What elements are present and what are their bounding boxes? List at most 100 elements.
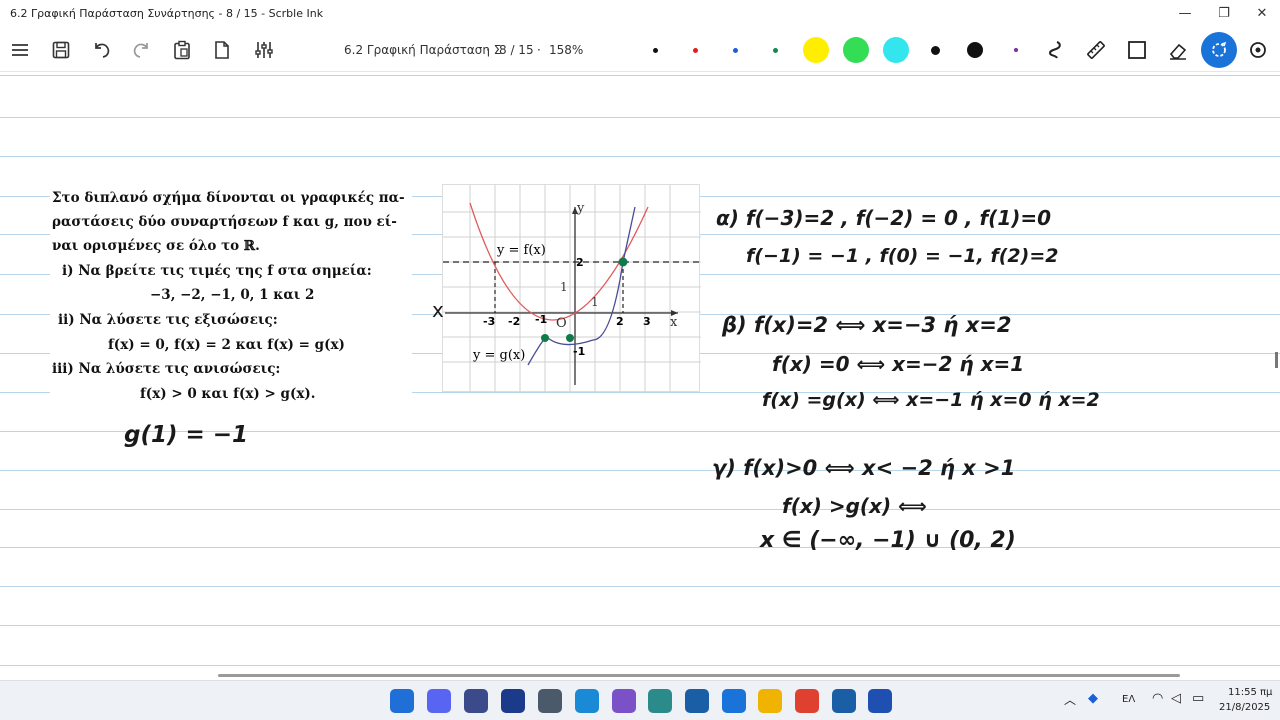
g-curve-label: y = g(x): [473, 348, 526, 363]
lasso-icon[interactable]: [1041, 36, 1069, 64]
file-explorer-icon[interactable]: [758, 689, 782, 713]
problem-line: −3, −2, −1, 0, 1 και 2: [150, 287, 315, 303]
word-icon[interactable]: [868, 689, 892, 713]
problem-line: ναι ορισμένες σε όλο το ℝ.: [52, 238, 260, 254]
close-button[interactable]: ✕: [1250, 4, 1274, 24]
volume-icon[interactable]: ◁: [1171, 691, 1181, 706]
page-rule: [0, 586, 1280, 587]
discord-icon[interactable]: [427, 689, 451, 713]
network-app-icon[interactable]: [648, 689, 672, 713]
edge-icon[interactable]: [575, 689, 599, 713]
page-indicator[interactable]: 8 / 15: [499, 43, 534, 57]
clipchamp-icon[interactable]: [501, 689, 525, 713]
settings-sliders-icon[interactable]: [250, 36, 278, 64]
f-curve-label: y = f(x): [497, 243, 546, 258]
battery-icon[interactable]: ▭: [1192, 691, 1204, 706]
shape-icon[interactable]: [1123, 36, 1151, 64]
hand-tick-x: -1: [535, 313, 548, 326]
highlighter-green[interactable]: [843, 37, 869, 63]
problem-line: ραστάσεις δύο συναρτήσεων f και g, που ε…: [52, 214, 397, 230]
paste-icon[interactable]: [168, 36, 196, 64]
note-g-value: g(1) = −1: [124, 422, 249, 448]
note-b-line3: f(x) =g(x) ⟺ x=−1 ή x=0 ή x=2: [762, 389, 1100, 411]
hand-tick-y: 2: [576, 256, 584, 269]
language-indicator[interactable]: ΕΛ: [1122, 694, 1135, 705]
page-icon[interactable]: [208, 36, 236, 64]
problem-statement: Στο διπλανό σχήμα δίνονται οι γραφικές π…: [50, 182, 412, 408]
hand-tick-x: -2: [508, 315, 521, 328]
page-rule: [0, 625, 1280, 626]
math-app-icon[interactable]: [685, 689, 709, 713]
x-tick-one: 1: [591, 295, 599, 309]
problem-line: f(x) > 0 και f(x) > g(x).: [140, 386, 316, 402]
hand-tick-x: 3: [643, 315, 651, 328]
function-graph-figure: y = f(x) y = g(x) x y O 1 1 -3 -2 -1 2 3…: [442, 184, 701, 393]
title-bar: 6.2 Γραφική Παράσταση Συνάρτησης - 8 / 1…: [0, 0, 1280, 28]
pen-black-medium[interactable]: [930, 45, 940, 55]
page-rule: [0, 509, 1280, 510]
math-app-2-icon[interactable]: [832, 689, 856, 713]
viber-icon[interactable]: [612, 689, 636, 713]
note-a-line1: α) f(−3)=2 , f(−2) = 0 , f(1)=0: [716, 206, 1052, 230]
page-rule: [0, 665, 1280, 666]
vertical-scroll-indicator[interactable]: [1275, 352, 1278, 368]
wifi-icon[interactable]: ◠: [1152, 691, 1163, 706]
hand-tick-x: 2: [616, 315, 624, 328]
problem-line: f(x) = 0, f(x) = 2 και f(x) = g(x): [108, 337, 345, 353]
window-title: 6.2 Γραφική Παράσταση Συνάρτησης - 8 / 1…: [10, 7, 324, 20]
hand-tick-x: -3: [483, 315, 496, 328]
hand-tick-neg-one: -1: [573, 345, 586, 358]
highlighter-cyan[interactable]: [883, 37, 909, 63]
x-axis-label: x: [670, 315, 678, 330]
minimize-button[interactable]: —: [1173, 4, 1197, 24]
redo-icon[interactable]: [128, 36, 156, 64]
note-b-line1: β) f(x)=2 ⟺ x=−3 ή x=2: [722, 313, 1012, 337]
problem-line: Στο διπλανό σχήμα δίνονται οι γραφικές π…: [52, 190, 405, 206]
windows-start-icon[interactable]: [390, 689, 414, 713]
problem-line: i) Να βρείτε τις τιμές της f στα σημεία:: [62, 263, 372, 279]
notebook-page[interactable]: Στο διπλανό σχήμα δίνονται οι γραφικές π…: [0, 72, 1280, 678]
clock-date[interactable]: 21/8/2025: [1219, 702, 1270, 713]
y-axis-label: y: [577, 201, 585, 216]
margin-x-mark: x: [432, 298, 444, 322]
pen-purple-small[interactable]: [1014, 48, 1018, 52]
pen-black-small[interactable]: [652, 47, 658, 53]
pen-black-large[interactable]: [967, 42, 983, 58]
horizontal-scrollbar[interactable]: [218, 674, 1180, 677]
y-tick-one: 1: [560, 280, 568, 294]
page-rule: [0, 470, 1280, 471]
problem-line: ii) Να λύσετε τις εξισώσεις:: [58, 312, 278, 328]
menu-icon[interactable]: [6, 36, 34, 64]
pen-red-small[interactable]: [692, 47, 698, 53]
ruler-icon[interactable]: [1082, 36, 1110, 64]
taskbar: ︿ ◆ ΕΛ ◠ ◁ ▭ 11:55 πμ 21/8/2025: [0, 680, 1280, 720]
separator-dot: ·: [537, 43, 541, 57]
search-icon[interactable]: [1244, 36, 1272, 64]
calculator-icon[interactable]: [538, 689, 562, 713]
save-app-icon[interactable]: [464, 689, 488, 713]
dropbox-icon[interactable]: ◆: [1088, 691, 1098, 706]
note-a-line2: f(−1) = −1 , f(0) = −1, f(2)=2: [746, 245, 1059, 267]
chevron-up-icon[interactable]: ︿: [1064, 691, 1076, 708]
separator-dot: ·: [486, 43, 490, 57]
save-icon[interactable]: [47, 36, 75, 64]
document-name: 6.2 Γραφική Παράσταση Σ: [344, 43, 502, 57]
page-rule: [0, 75, 1280, 76]
selection-icon[interactable]: [1201, 32, 1237, 68]
note-b-line2: f(x) =0 ⟺ x=−2 ή x=1: [772, 352, 1025, 376]
maximize-button[interactable]: ❐: [1212, 4, 1236, 24]
zoom-level[interactable]: 158%: [549, 43, 583, 57]
eraser-icon[interactable]: [1164, 36, 1192, 64]
origin-label: O: [556, 316, 567, 331]
undo-icon[interactable]: [87, 36, 115, 64]
page-rule: [0, 156, 1280, 157]
pen-blue-small[interactable]: [732, 47, 738, 53]
highlighter-yellow[interactable]: [803, 37, 829, 63]
note-c-line3: x ∈ (−∞, −1) ∪ (0, 2): [760, 528, 1016, 553]
scrble-ink-icon[interactable]: [722, 689, 746, 713]
note-c-line1: γ) f(x)>0 ⟺ x< −2 ή x >1: [712, 456, 1016, 480]
clock-time[interactable]: 11:55 πμ: [1228, 687, 1272, 698]
chrome-icon[interactable]: [795, 689, 819, 713]
page-rule: [0, 547, 1280, 548]
pen-green-small[interactable]: [772, 47, 778, 53]
